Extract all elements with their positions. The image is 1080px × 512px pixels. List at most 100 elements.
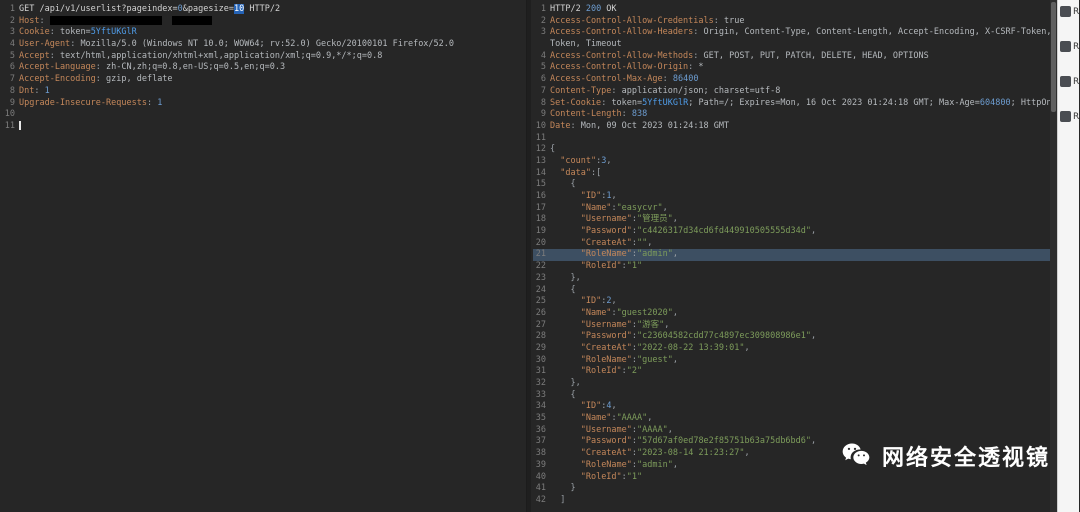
code-token: 10 bbox=[233, 4, 245, 14]
code-line[interactable]: 8 Dnt: 1 bbox=[2, 86, 526, 98]
code-token: "Username" bbox=[580, 424, 632, 435]
code-token: "admin" bbox=[637, 459, 673, 470]
code-token: "easycvr" bbox=[616, 202, 663, 213]
code-token: , bbox=[662, 202, 668, 213]
line-number: 27 bbox=[535, 319, 546, 330]
code-line[interactable]: 6 Access-Control-Max-Age: 86400 bbox=[533, 74, 1057, 86]
code-line[interactable]: 30 "RoleName":"guest", bbox=[533, 355, 1057, 367]
code-line[interactable]: 22 "RoleId":"1" bbox=[533, 261, 1057, 273]
line-number: 34 bbox=[535, 401, 546, 412]
code-line[interactable]: 29 "CreateAt":"2022-08-22 13:39:01", bbox=[533, 343, 1057, 355]
code-line[interactable]: 24 { bbox=[533, 285, 1057, 297]
code-line[interactable]: 1 HTTP/2 200 OK bbox=[533, 4, 1057, 16]
code-line[interactable]: 6 Accept-Language: zh-CN,zh;q=0.8,en-US;q… bbox=[2, 62, 526, 74]
code-line[interactable]: 9 Content-Length: 838 bbox=[533, 109, 1057, 121]
response-viewer-panel[interactable]: 1 HTTP/2 200 OK 2 Access-Control-Allow-Cred… bbox=[531, 0, 1057, 512]
code-line[interactable]: 20 "CreateAt":"", bbox=[533, 238, 1057, 250]
code-token: , bbox=[811, 226, 817, 237]
code-line[interactable]: 16 "ID":1, bbox=[533, 191, 1057, 203]
code-line[interactable]: 42 ] bbox=[533, 495, 1057, 507]
code-line-selected[interactable]: 21 "RoleName":"admin", bbox=[533, 249, 1057, 262]
inspector-section-label: Re bbox=[1073, 76, 1080, 87]
code-line[interactable]: 7 Content-Type: application/json; charset… bbox=[533, 86, 1057, 98]
code-line[interactable]: 13 "count":3, bbox=[533, 156, 1057, 168]
code-line[interactable]: 19 "Password":"c4426317d34cd6fd449910505… bbox=[533, 226, 1057, 238]
line-number: 19 bbox=[535, 226, 546, 237]
code-line[interactable]: 34 "ID":4, bbox=[533, 401, 1057, 413]
code-line[interactable]: 5 Access-Control-Allow-Origin: * bbox=[533, 62, 1057, 74]
code-token: "ID" bbox=[580, 191, 602, 201]
code-token: "1" bbox=[626, 471, 643, 482]
inspector-section-header[interactable]: Re bbox=[1060, 76, 1080, 87]
code-line[interactable]: 25 "ID":2, bbox=[533, 296, 1057, 308]
inspector-section-header[interactable]: Re bbox=[1060, 6, 1080, 17]
code-line[interactable]: 26 "Name":"guest2020", bbox=[533, 308, 1057, 320]
code-line[interactable]: 32 }, bbox=[533, 378, 1057, 390]
code-token: , bbox=[647, 413, 653, 424]
code-line[interactable]: 23 }, bbox=[533, 273, 1057, 285]
line-number: 3 bbox=[9, 27, 15, 38]
code-line[interactable]: 10 Date: Mon, 09 Oct 2023 01:24:18 GMT bbox=[533, 121, 1057, 133]
code-line[interactable]: 35 "Name":"AAAA", bbox=[533, 413, 1057, 425]
code-line[interactable]: 33 { bbox=[533, 390, 1057, 402]
code-line[interactable]: 10 bbox=[2, 109, 526, 121]
code-line[interactable]: 12 { bbox=[533, 144, 1057, 156]
code-token: Content-Length bbox=[550, 109, 622, 120]
code-token: , bbox=[744, 448, 750, 459]
code-token: "Name" bbox=[580, 307, 612, 318]
code-line[interactable]: 4 Access-Control-Allow-Methods: GET, POST… bbox=[533, 51, 1057, 63]
code-token: Access-Control-Allow-Headers bbox=[550, 27, 694, 38]
code-line[interactable]: 15 { bbox=[533, 179, 1057, 191]
code-line[interactable]: 3 Access-Control-Allow-Headers: Origin, C… bbox=[533, 27, 1057, 39]
code-line[interactable]: 27 "Username":"游客", bbox=[533, 320, 1057, 332]
code-token: "AAAA" bbox=[616, 413, 648, 424]
code-line[interactable]: 14 "data":[ bbox=[533, 168, 1057, 180]
code-line[interactable]: 4 User-Agent: Mozilla/5.0 (Windows NT 10.… bbox=[2, 39, 526, 51]
line-number: 2 bbox=[9, 15, 15, 26]
response-scrollbar[interactable] bbox=[1050, 0, 1057, 512]
code-line[interactable]: 31 "RoleId":"2" bbox=[533, 366, 1057, 378]
code-line[interactable]: 17 "Name":"easycvr", bbox=[533, 203, 1057, 215]
response-scrollbar-thumb[interactable] bbox=[1051, 2, 1056, 112]
code-token: , bbox=[611, 191, 617, 201]
code-line[interactable]: 18 "Username":"管理员", bbox=[533, 214, 1057, 226]
code-line[interactable]: 5 Accept: text/html,application/xhtml+xml… bbox=[2, 51, 526, 63]
code-line[interactable]: 2 Access-Control-Allow-Credentials: true bbox=[533, 16, 1057, 28]
code-line[interactable]: 1 GET /api/v1/userlist?pageindex=0&pagesi… bbox=[2, 4, 526, 16]
code-line[interactable]: 7 Accept-Encoding: gzip, deflate bbox=[2, 74, 526, 86]
code-token: &pagesize= bbox=[182, 4, 234, 14]
inspector-section-header[interactable]: Re bbox=[1060, 111, 1080, 122]
code-line[interactable]: 28 "Password":"c23604582cdd77c4897ec3098… bbox=[533, 331, 1057, 343]
code-line[interactable]: 9 Upgrade-Insecure-Requests: 1 bbox=[2, 98, 526, 110]
line-number: 9 bbox=[540, 109, 546, 120]
code-token: : bbox=[611, 85, 622, 96]
code-line[interactable]: 40 "RoleId":"1" bbox=[533, 472, 1057, 484]
code-token: Mozilla/5.0 (Windows NT 10.0; WOW64; rv:… bbox=[80, 39, 455, 50]
code-line[interactable]: 11 bbox=[2, 120, 526, 133]
code-token: ] bbox=[550, 494, 566, 505]
code-token: , bbox=[672, 459, 678, 470]
code-token: , bbox=[672, 249, 678, 260]
code-line[interactable]: 41 } bbox=[533, 483, 1057, 495]
code-line[interactable]: 8 Set-Cookie: token=5YftUKGlR; Path=/; Ex… bbox=[533, 98, 1057, 110]
code-line[interactable]: 36 "Username":"AAAA", bbox=[533, 425, 1057, 437]
request-editor-panel[interactable]: 1 GET /api/v1/userlist?pageindex=0&pagesi… bbox=[0, 0, 527, 512]
code-token: : bbox=[95, 74, 107, 85]
code-token: "CreateAt" bbox=[580, 342, 632, 353]
inspector-section-header[interactable]: Re bbox=[1060, 41, 1080, 52]
code-token: Access-Control-Allow-Credentials bbox=[550, 15, 714, 26]
line-number: 4 bbox=[9, 39, 15, 50]
line-number: 41 bbox=[535, 483, 546, 494]
code-token: "管理员" bbox=[637, 214, 673, 225]
code-token: Content-Type bbox=[550, 85, 612, 96]
code-line[interactable]: 2 Host: bbox=[2, 15, 526, 28]
code-line[interactable]: Token, Timeout bbox=[533, 39, 1057, 51]
redacted-value bbox=[49, 15, 162, 25]
code-token: }, bbox=[550, 378, 581, 388]
code-line[interactable]: 11 bbox=[533, 133, 1057, 145]
code-token: : bbox=[49, 50, 60, 61]
code-token: "ID" bbox=[580, 296, 602, 307]
code-line[interactable]: 3 Cookie: token=5YftUKGlR bbox=[2, 27, 526, 39]
